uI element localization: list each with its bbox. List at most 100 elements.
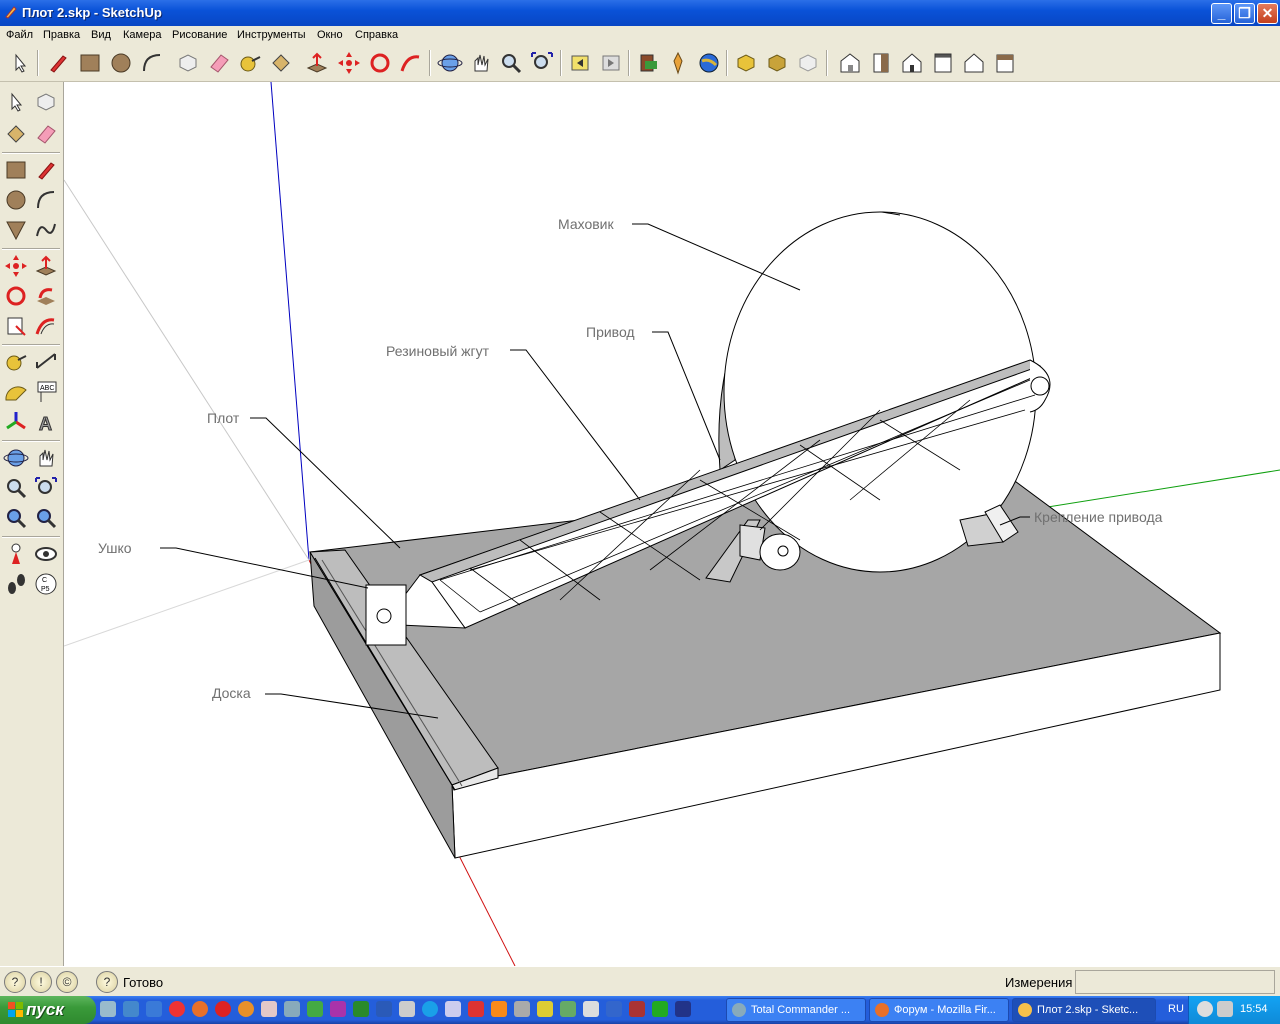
- next-view-icon[interactable]: [597, 49, 625, 77]
- measurements-field[interactable]: [1075, 970, 1275, 994]
- rectangle-icon[interactable]: [76, 49, 104, 77]
- maximize-button[interactable]: ❐: [1234, 3, 1255, 24]
- arc-icon[interactable]: [32, 186, 60, 214]
- explorer-icon[interactable]: [123, 1001, 139, 1017]
- start-button[interactable]: пуск: [0, 996, 96, 1024]
- menu-window[interactable]: Окно: [317, 29, 343, 41]
- help-icon[interactable]: ?: [96, 971, 118, 993]
- app-icon[interactable]: [583, 1001, 599, 1017]
- excel-icon[interactable]: [353, 1001, 369, 1017]
- google-earth-icon[interactable]: [695, 49, 723, 77]
- follow-me-icon[interactable]: [397, 49, 425, 77]
- app-icon[interactable]: [445, 1001, 461, 1017]
- word-icon[interactable]: [376, 1001, 392, 1017]
- task-sketchup[interactable]: Плот 2.skp - Sketc...: [1012, 998, 1156, 1022]
- push-pull-icon[interactable]: [303, 49, 331, 77]
- task-total-commander[interactable]: Total Commander ...: [726, 998, 866, 1022]
- polygon-icon[interactable]: [2, 216, 30, 244]
- minimize-button[interactable]: _: [1211, 3, 1232, 24]
- rectangle-icon[interactable]: [2, 156, 30, 184]
- menu-tools[interactable]: Инструменты: [237, 29, 306, 41]
- network-icon[interactable]: [1217, 1001, 1233, 1017]
- select-icon[interactable]: [6, 49, 34, 77]
- freehand-icon[interactable]: [32, 216, 60, 244]
- rotate-icon[interactable]: [2, 282, 30, 310]
- orbit-icon[interactable]: [2, 444, 30, 472]
- offset-icon[interactable]: [32, 312, 60, 340]
- app-icon[interactable]: [675, 1001, 691, 1017]
- eraser-icon[interactable]: [205, 49, 233, 77]
- import-icon[interactable]: [763, 49, 791, 77]
- section-plane-icon[interactable]: C P5: [32, 570, 60, 598]
- zoom-window-icon[interactable]: [2, 504, 30, 532]
- orbit-icon[interactable]: [436, 49, 464, 77]
- menu-file[interactable]: Файл: [6, 29, 33, 41]
- previous-icon[interactable]: [32, 504, 60, 532]
- menu-edit[interactable]: Правка: [43, 29, 80, 41]
- skype-icon[interactable]: [422, 1001, 438, 1017]
- pan-icon[interactable]: [467, 49, 495, 77]
- app-icon[interactable]: [468, 1001, 484, 1017]
- front-view-icon[interactable]: [898, 49, 926, 77]
- move-icon[interactable]: [335, 49, 363, 77]
- circle-icon[interactable]: [2, 186, 30, 214]
- menu-draw[interactable]: Рисование: [172, 29, 227, 41]
- acrobat-icon[interactable]: [261, 1001, 277, 1017]
- chrome-icon[interactable]: [169, 1001, 185, 1017]
- zoom-icon[interactable]: [2, 474, 30, 502]
- previous-view-icon[interactable]: [566, 49, 594, 77]
- walk-icon[interactable]: [2, 570, 30, 598]
- circle-icon[interactable]: [107, 49, 135, 77]
- 3d-text-icon[interactable]: A: [32, 408, 60, 436]
- right-view-icon[interactable]: [929, 49, 957, 77]
- pencil-icon[interactable]: [32, 156, 60, 184]
- close-button[interactable]: ✕: [1257, 3, 1278, 24]
- back-view-icon[interactable]: [960, 49, 988, 77]
- protractor-icon[interactable]: [2, 378, 30, 406]
- zoom-icon[interactable]: [497, 49, 525, 77]
- push-pull-icon[interactable]: [32, 252, 60, 280]
- zoom-extents-icon[interactable]: [32, 474, 60, 502]
- menu-view[interactable]: Вид: [91, 29, 111, 41]
- credits-icon[interactable]: !: [30, 971, 52, 993]
- export-icon[interactable]: [732, 49, 760, 77]
- arc-icon[interactable]: [138, 49, 166, 77]
- opera-icon[interactable]: [215, 1001, 231, 1017]
- app-icon[interactable]: [330, 1001, 346, 1017]
- component-icon[interactable]: [794, 49, 822, 77]
- app-icon[interactable]: [284, 1001, 300, 1017]
- show-desktop-icon[interactable]: [100, 1001, 116, 1017]
- ie-icon[interactable]: [146, 1001, 162, 1017]
- app-icon[interactable]: [560, 1001, 576, 1017]
- paint-bucket-icon[interactable]: [2, 120, 30, 148]
- tape-measure-icon[interactable]: [236, 49, 264, 77]
- make-component-icon[interactable]: [174, 49, 202, 77]
- vlc-icon[interactable]: [491, 1001, 507, 1017]
- select-icon[interactable]: [2, 88, 30, 116]
- app-icon[interactable]: [652, 1001, 668, 1017]
- axes-icon[interactable]: [2, 408, 30, 436]
- follow-me-icon[interactable]: [32, 282, 60, 310]
- move-icon[interactable]: [2, 252, 30, 280]
- zoom-extents-icon[interactable]: [528, 49, 556, 77]
- menu-camera[interactable]: Камера: [123, 29, 161, 41]
- share-model-icon[interactable]: [664, 49, 692, 77]
- app-icon[interactable]: [537, 1001, 553, 1017]
- paint-bucket-icon[interactable]: [267, 49, 295, 77]
- app-icon[interactable]: [606, 1001, 622, 1017]
- tray-expand-icon[interactable]: [1197, 1001, 1213, 1017]
- menu-help[interactable]: Справка: [355, 29, 398, 41]
- position-camera-icon[interactable]: [2, 540, 30, 568]
- model-viewport[interactable]: Маховик Привод Резиновый жгут Плот Ушко …: [64, 82, 1280, 966]
- left-view-icon[interactable]: [991, 49, 1019, 77]
- app-icon[interactable]: [238, 1001, 254, 1017]
- app-icon[interactable]: [514, 1001, 530, 1017]
- app-icon[interactable]: [629, 1001, 645, 1017]
- task-firefox[interactable]: Форум - Mozilla Fir...: [869, 998, 1009, 1022]
- iso-view-icon[interactable]: [836, 49, 864, 77]
- language-indicator[interactable]: RU: [1168, 1003, 1184, 1015]
- top-view-icon[interactable]: [867, 49, 895, 77]
- rotate-icon[interactable]: [366, 49, 394, 77]
- geo-location-icon[interactable]: ?: [4, 971, 26, 993]
- user-icon[interactable]: ©: [56, 971, 78, 993]
